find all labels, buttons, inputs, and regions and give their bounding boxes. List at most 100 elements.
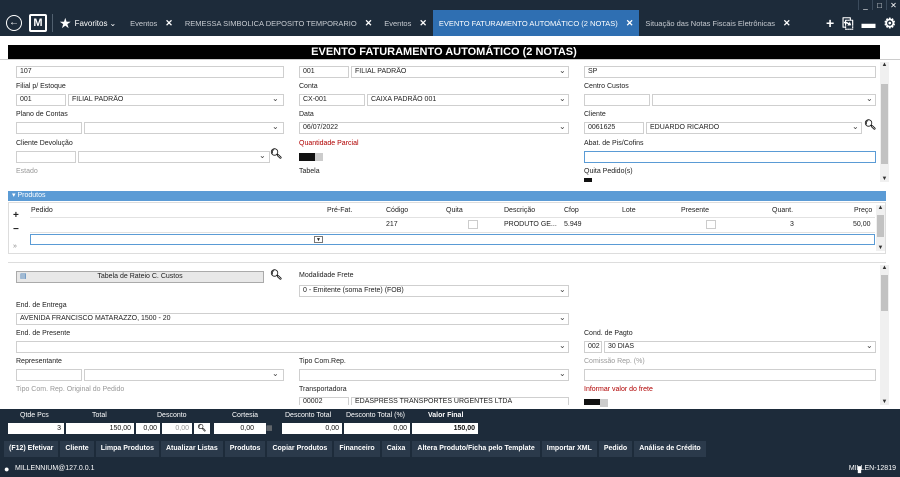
scroll-thumb[interactable] (881, 84, 888, 164)
scroll-thumb[interactable] (877, 215, 884, 237)
tab-eventos-2[interactable]: Eventos ✕ (378, 10, 433, 36)
modalidade-field[interactable]: 0 - Emitente (soma Frete) (FOB) (299, 285, 569, 297)
chevron-down-icon[interactable]: ⌄ (852, 122, 859, 131)
importar-xml-button[interactable]: Importar XML (541, 441, 597, 457)
limpa-produtos-button[interactable]: Limpa Produtos (95, 441, 159, 457)
end-presente-field[interactable] (16, 341, 569, 353)
cell-quant[interactable]: 3 (790, 221, 794, 228)
cell-codigo[interactable]: 217 (386, 221, 398, 228)
filial-code-field[interactable]: 001 (16, 94, 66, 106)
cell-presente-checkbox[interactable] (706, 220, 716, 229)
close-tab-icon[interactable]: ✕ (626, 18, 634, 29)
scroll-down-icon[interactable]: ▼ (876, 245, 885, 251)
top-mid-code-field[interactable]: 001 (299, 66, 349, 78)
abat-field[interactable] (584, 151, 876, 163)
transportadora-name-field[interactable]: EDASPRESS TRANSPORTES URGENTES LTDA (351, 397, 569, 405)
clipboard-check-icon[interactable]: ⎘ (842, 15, 853, 32)
tipo-com-field[interactable] (299, 369, 569, 381)
cell-preco[interactable]: 50,00 (853, 221, 871, 228)
add-row-button[interactable]: + (13, 210, 19, 221)
rateio-button[interactable]: ▤ Tabela de Rateio C. Custos (16, 271, 264, 283)
top-mid-name-field[interactable]: FILIAL PADRÃO (351, 66, 569, 78)
cell-cfop[interactable]: 5.949 (564, 221, 582, 228)
comissao-field[interactable] (584, 369, 876, 381)
cliente-code-field[interactable]: 0061625 (584, 122, 644, 134)
chevron-down-icon[interactable]: ⌄ (272, 122, 279, 131)
chevron-down-icon[interactable]: ⌄ (866, 341, 873, 350)
top-left-field[interactable]: 107 (16, 66, 284, 78)
col-lote[interactable]: Lote (622, 207, 636, 214)
centro-name-field[interactable] (652, 94, 876, 106)
copiar-produtos-button[interactable]: Copiar Produtos (267, 441, 333, 457)
scroll-up-icon[interactable]: ▲ (880, 62, 889, 68)
scroll-up-icon[interactable]: ▲ (876, 205, 885, 211)
plano-name-field[interactable] (84, 122, 284, 134)
cliente-dev-name-field[interactable] (78, 151, 270, 163)
cell-quita-checkbox[interactable] (468, 220, 478, 229)
conta-name-field[interactable]: CAIXA PADRÃO 001 (367, 94, 569, 106)
chevron-down-icon[interactable]: ⌄ (259, 151, 266, 160)
tab-eventos-1[interactable]: Eventos ✕ (124, 10, 179, 36)
add-icon[interactable]: + (826, 15, 834, 31)
remove-row-button[interactable]: − (13, 224, 19, 235)
chevron-down-icon[interactable]: ⌄ (272, 94, 279, 103)
chevron-down-icon[interactable]: ⌄ (559, 341, 566, 350)
close-tab-icon[interactable]: ✕ (419, 18, 427, 29)
new-row-editor[interactable] (30, 234, 875, 245)
desconto-pct-value[interactable]: 0,00 (162, 423, 192, 434)
tab-evento-faturamento[interactable]: EVENTO FATURAMENTO AUTOMÁTICO (2 NOTAS) ✕ (432, 10, 640, 36)
tab-remessa[interactable]: REMESSA SIMBOLICA DEPOSITO TEMPORARIO ✕ (179, 10, 378, 36)
favoritos-menu[interactable]: ★ Favoritos ⌄ (59, 15, 116, 32)
scroll-down-icon[interactable]: ▼ (880, 399, 889, 405)
home-button[interactable]: M (28, 13, 48, 33)
chevron-down-icon[interactable]: ⌄ (559, 66, 566, 75)
chevron-down-icon[interactable]: ⌄ (559, 313, 566, 322)
cortesia-value[interactable]: 0,00 (214, 423, 266, 434)
cell-descricao[interactable]: PRODUTO GE... (504, 221, 557, 228)
plano-code-field[interactable] (16, 122, 82, 134)
cliente-button[interactable]: Cliente (60, 441, 94, 457)
col-codigo[interactable]: Código (386, 207, 408, 214)
end-entrega-field[interactable]: AVENIDA FRANCISCO MATARAZZO, 1500 - 20 (16, 313, 569, 325)
chevron-down-icon[interactable]: ⌄ (559, 122, 566, 131)
conta-code-field[interactable]: CX-001 (299, 94, 365, 106)
top-right-field[interactable]: SP (584, 66, 876, 78)
col-descricao[interactable]: Descrição (504, 207, 535, 214)
cond-pagto-code-field[interactable]: 002 (584, 341, 602, 353)
chevron-down-icon[interactable]: ▼ (314, 236, 323, 243)
qtd-parcial-toggle[interactable] (299, 153, 323, 161)
minimize-button[interactable]: _ (858, 0, 872, 10)
financeiro-button[interactable]: Financeiro (334, 441, 380, 457)
centro-code-field[interactable] (584, 94, 650, 106)
altera-produto-button[interactable]: Altera Produto/Ficha pelo Template (412, 441, 540, 457)
data-field[interactable]: 06/07/2022 (299, 122, 569, 134)
close-tab-icon[interactable]: ✕ (165, 18, 173, 29)
upper-scrollbar[interactable]: ▲ ▼ (880, 62, 889, 182)
chevron-down-icon[interactable]: ⌄ (559, 369, 566, 378)
transportadora-code-field[interactable]: 00002 (299, 397, 349, 405)
gear-icon[interactable]: ⚙ (883, 15, 896, 32)
search-icon[interactable]: 🔍︎ (194, 423, 210, 434)
maximize-button[interactable]: □ (872, 0, 886, 10)
col-quant[interactable]: Quant. (772, 207, 793, 214)
pedido-button[interactable]: Pedido (598, 441, 633, 457)
chevron-down-icon[interactable]: ⌄ (272, 369, 279, 378)
quita-toggle[interactable] (584, 178, 592, 182)
col-preco[interactable]: Preço (854, 207, 872, 214)
atualizar-listas-button[interactable]: Atualizar Listas (160, 441, 223, 457)
representante-code-field[interactable] (16, 369, 82, 381)
search-icon[interactable]: 🔍︎ (864, 120, 877, 131)
chevron-down-icon[interactable]: ⌄ (559, 285, 566, 294)
produtos-button[interactable]: Produtos (224, 441, 266, 457)
back-button[interactable]: ← (4, 13, 24, 33)
efetivar-button[interactable]: (F12) Efetivar (4, 441, 59, 457)
col-presente[interactable]: Presente (681, 207, 709, 214)
caixa-button[interactable]: Caixa (381, 441, 411, 457)
close-tab-icon[interactable]: ✕ (783, 18, 791, 29)
search-icon[interactable]: 🔍︎ (270, 270, 283, 281)
col-pedido[interactable]: Pedido (31, 207, 53, 214)
cliente-name-field[interactable]: EDUARDO RICARDO (646, 122, 862, 134)
chevron-down-icon[interactable]: ⌄ (866, 94, 873, 103)
tab-situacao-notas[interactable]: Situação das Notas Fiscais Eletrônicas ✕ (639, 10, 796, 36)
calculator-icon[interactable]: ▦ (266, 424, 273, 432)
